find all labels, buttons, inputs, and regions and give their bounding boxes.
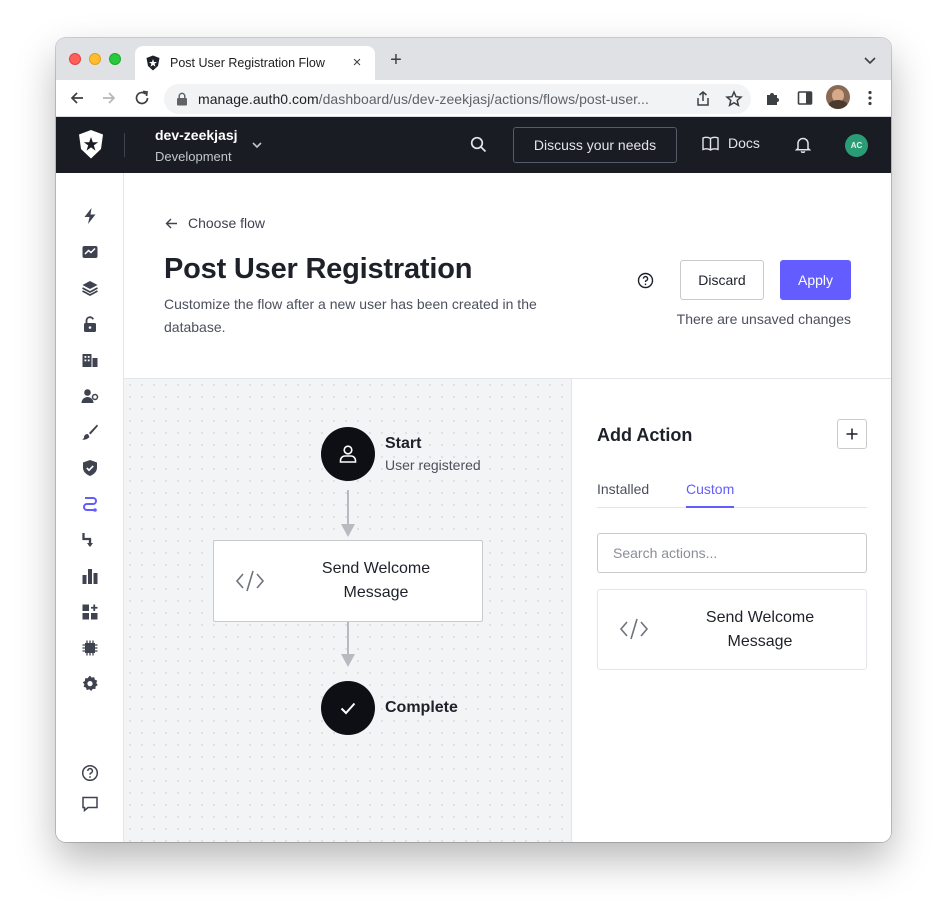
marketplace-icon[interactable]: [80, 602, 99, 621]
profile-avatar[interactable]: [826, 85, 850, 109]
search-actions-input[interactable]: [597, 533, 867, 573]
flow-connector: [347, 490, 349, 528]
notifications-bell-icon[interactable]: [795, 136, 811, 153]
discuss-your-needs-button[interactable]: Discuss your needs: [513, 127, 677, 163]
auth-pipeline-icon[interactable]: [80, 530, 99, 549]
code-icon: [235, 570, 265, 592]
complete-node: [321, 681, 375, 735]
new-tab-button[interactable]: +: [386, 50, 406, 71]
url-text: manage.auth0.com/dashboard/us/dev-zeekja…: [198, 91, 649, 107]
tab-custom[interactable]: Custom: [686, 481, 735, 508]
help-circle-icon[interactable]: [80, 763, 99, 782]
getting-started-bolt-icon[interactable]: [80, 206, 99, 225]
start-node-title: Start: [385, 435, 422, 452]
auth0-favicon-icon: [146, 55, 160, 71]
actions-flow-icon[interactable]: [80, 494, 99, 513]
maximize-window-button[interactable]: [109, 53, 121, 65]
discard-button[interactable]: Discard: [680, 260, 764, 300]
help-circle-icon[interactable]: [637, 272, 654, 289]
checkmark-icon: [340, 702, 356, 715]
start-node-subtitle: User registered: [385, 457, 481, 473]
tenant-chevron-down-icon[interactable]: [251, 139, 263, 151]
flow-connector: [347, 622, 349, 658]
start-node: [321, 427, 375, 481]
flow-action-node[interactable]: Send Welcome Message: [213, 540, 483, 622]
extensions-chip-icon[interactable]: [80, 638, 99, 657]
feedback-chat-icon[interactable]: [80, 794, 99, 813]
forward-arrow-icon[interactable]: [100, 89, 118, 107]
security-shield-icon[interactable]: [80, 458, 99, 477]
auth0-logo-icon[interactable]: [78, 130, 104, 159]
extensions-puzzle-icon[interactable]: [764, 89, 782, 107]
applications-icon[interactable]: [80, 278, 99, 297]
flow-action-label: Send Welcome Message: [321, 560, 431, 601]
browser-tab-strip: Post User Registration Flow × +: [56, 38, 891, 80]
back-arrow-icon[interactable]: [68, 89, 86, 107]
user-avatar[interactable]: AC: [845, 134, 868, 157]
lock-icon: [177, 92, 187, 106]
tenant-name[interactable]: dev-zeekjasj: [155, 127, 238, 143]
panel-tabs: Installed Custom: [597, 475, 867, 508]
side-panel-icon[interactable]: [796, 89, 814, 107]
book-icon: [702, 136, 719, 151]
apply-button[interactable]: Apply: [780, 260, 851, 300]
monitoring-chart-icon[interactable]: [80, 566, 99, 585]
main-content: Choose flow Post User Registration Custo…: [124, 173, 891, 842]
user-management-icon[interactable]: [80, 386, 99, 405]
back-arrow-icon: [165, 218, 177, 228]
tab-title: Post User Registration Flow: [170, 56, 325, 70]
page-title: Post User Registration: [164, 253, 473, 285]
add-action-button[interactable]: [837, 419, 867, 449]
browser-menu-icon[interactable]: [861, 89, 879, 107]
flow-arrow-down-icon: [341, 654, 355, 667]
address-bar[interactable]: manage.auth0.com/dashboard/us/dev-zeekja…: [164, 84, 751, 114]
app-header: dev-zeekjasj Development Discuss your ne…: [56, 117, 891, 173]
choose-flow-back-link[interactable]: Choose flow: [165, 215, 265, 231]
authentication-lock-icon[interactable]: [80, 314, 99, 333]
code-icon: [619, 618, 649, 640]
action-card[interactable]: Send Welcome Message: [597, 589, 867, 670]
page-description: Customize the flow after a new user has …: [164, 296, 537, 335]
settings-gear-icon[interactable]: [80, 674, 99, 693]
branding-brush-icon[interactable]: [80, 422, 99, 441]
organizations-icon[interactable]: [80, 350, 99, 369]
panel-title: Add Action: [597, 425, 693, 445]
search-icon[interactable]: [470, 136, 487, 153]
docs-label: Docs: [728, 135, 760, 151]
browser-toolbar: manage.auth0.com/dashboard/us/dev-zeekja…: [56, 80, 891, 117]
docs-link[interactable]: Docs: [702, 135, 760, 151]
unsaved-changes-text: There are unsaved changes: [676, 311, 851, 327]
bookmark-star-icon[interactable]: [725, 90, 743, 108]
reload-icon[interactable]: [133, 89, 151, 107]
browser-window: Post User Registration Flow × + manage.a…: [56, 38, 891, 842]
tenant-environment[interactable]: Development: [155, 149, 232, 164]
activity-icon[interactable]: [80, 242, 99, 261]
close-window-button[interactable]: [69, 53, 81, 65]
header-divider: [124, 133, 125, 157]
back-label: Choose flow: [188, 215, 266, 231]
action-card-label: Send Welcome Message: [705, 609, 815, 650]
plus-icon: [846, 428, 858, 440]
sidebar: [56, 173, 124, 842]
browser-tab[interactable]: Post User Registration Flow ×: [135, 46, 375, 80]
tab-installed[interactable]: Installed: [597, 481, 649, 508]
flow-arrow-down-icon: [341, 524, 355, 537]
minimize-window-button[interactable]: [89, 53, 101, 65]
complete-node-title: Complete: [385, 699, 458, 716]
add-action-panel: Add Action Installed Custom Send Welcome…: [571, 379, 891, 842]
tab-close-icon[interactable]: ×: [349, 55, 365, 71]
user-icon: [339, 445, 357, 463]
share-icon[interactable]: [694, 90, 712, 108]
tab-search-chevron-icon[interactable]: [863, 53, 877, 67]
flow-canvas[interactable]: Start User registered Send Welcome Messa…: [124, 379, 571, 842]
